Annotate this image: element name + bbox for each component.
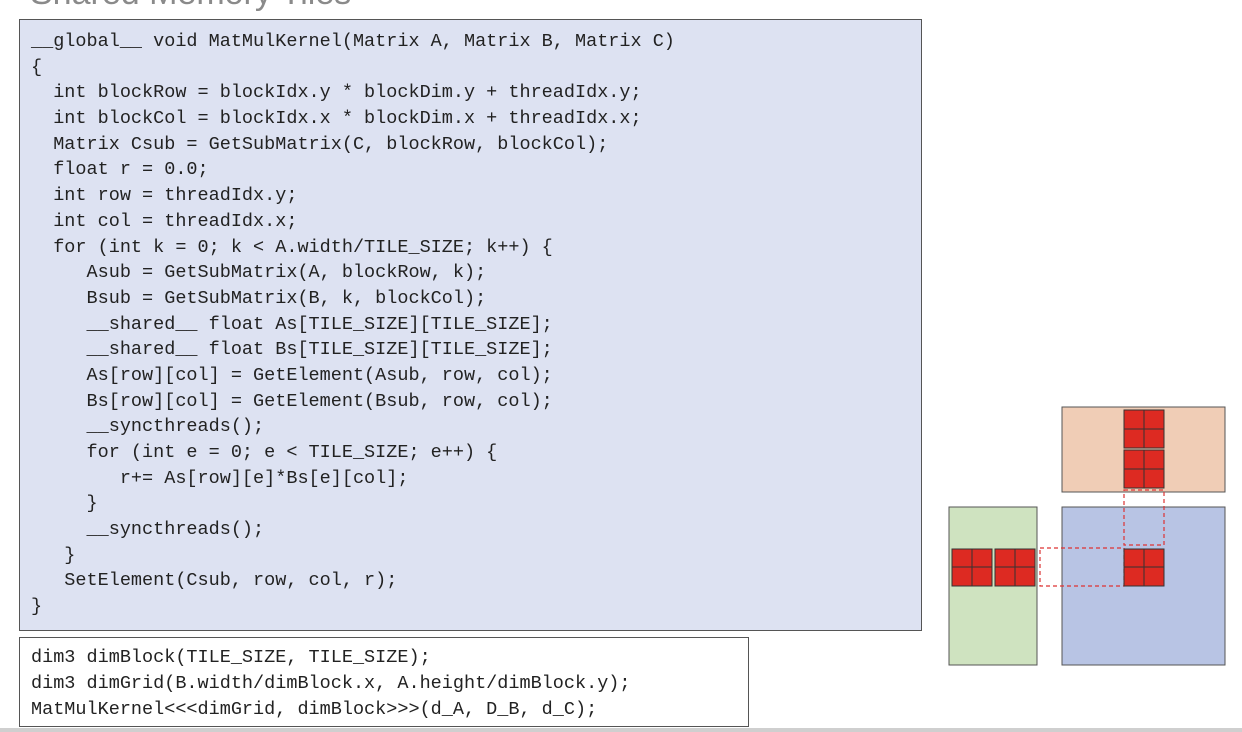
code-line: SetElement(Csub, row, col, r); bbox=[31, 570, 398, 592]
tile-b-1 bbox=[1123, 409, 1165, 449]
code-line: int col = threadIdx.x; bbox=[31, 210, 298, 232]
code-line: __syncthreads(); bbox=[31, 519, 265, 541]
code-line: { bbox=[31, 56, 43, 78]
code-line: As[row][col] = GetElement(Asub, row, col… bbox=[31, 364, 553, 386]
code-line: __shared__ float As[TILE_SIZE][TILE_SIZE… bbox=[31, 313, 553, 335]
code-line: __global__ void MatMulKernel(Matrix A, M… bbox=[31, 31, 675, 52]
tiled-matmul-diagram bbox=[948, 406, 1226, 666]
code-line: int blockCol = blockIdx.x * blockDim.x +… bbox=[31, 108, 642, 130]
code-line: for (int k = 0; k < A.width/TILE_SIZE; k… bbox=[31, 236, 553, 258]
kernel-code-block: __global__ void MatMulKernel(Matrix A, M… bbox=[19, 19, 922, 631]
tile-a-2 bbox=[994, 548, 1036, 587]
code-line: for (int e = 0; e < TILE_SIZE; e++) { bbox=[31, 442, 498, 463]
launch-line: MatMulKernel<<<dimGrid, dimBlock>>>(d_A,… bbox=[31, 699, 598, 720]
code-line: float r = 0.0; bbox=[31, 159, 209, 181]
tile-a-1 bbox=[951, 548, 993, 587]
code-line: Matrix Csub = GetSubMatrix(C, blockRow, … bbox=[31, 133, 609, 155]
code-line: Bs[row][col] = GetElement(Bsub, row, col… bbox=[31, 390, 553, 412]
launch-code-block: dim3 dimBlock(TILE_SIZE, TILE_SIZE); dim… bbox=[19, 637, 749, 727]
code-line: int blockRow = blockIdx.y * blockDim.y +… bbox=[31, 82, 642, 104]
code-line: Asub = GetSubMatrix(A, blockRow, k); bbox=[31, 262, 487, 284]
code-line: __syncthreads(); bbox=[31, 416, 265, 438]
code-line: Bsub = GetSubMatrix(B, k, blockCol); bbox=[31, 287, 487, 309]
code-line: } bbox=[31, 596, 43, 618]
code-line: __shared__ float Bs[TILE_SIZE][TILE_SIZE… bbox=[31, 339, 553, 361]
code-line: } bbox=[31, 493, 98, 515]
tile-b-2 bbox=[1123, 449, 1165, 489]
code-line: } bbox=[31, 544, 76, 566]
code-line: int row = threadIdx.y; bbox=[31, 185, 298, 207]
code-line: r+= As[row][e]*Bs[e][col]; bbox=[31, 467, 409, 489]
slide-title: Shared Memory Tiles bbox=[30, 0, 351, 10]
tile-c bbox=[1123, 548, 1165, 587]
launch-line: dim3 dimGrid(B.width/dimBlock.x, A.heigh… bbox=[31, 673, 631, 694]
launch-line: dim3 dimBlock(TILE_SIZE, TILE_SIZE); bbox=[31, 647, 431, 668]
bottom-bar bbox=[0, 728, 1242, 732]
